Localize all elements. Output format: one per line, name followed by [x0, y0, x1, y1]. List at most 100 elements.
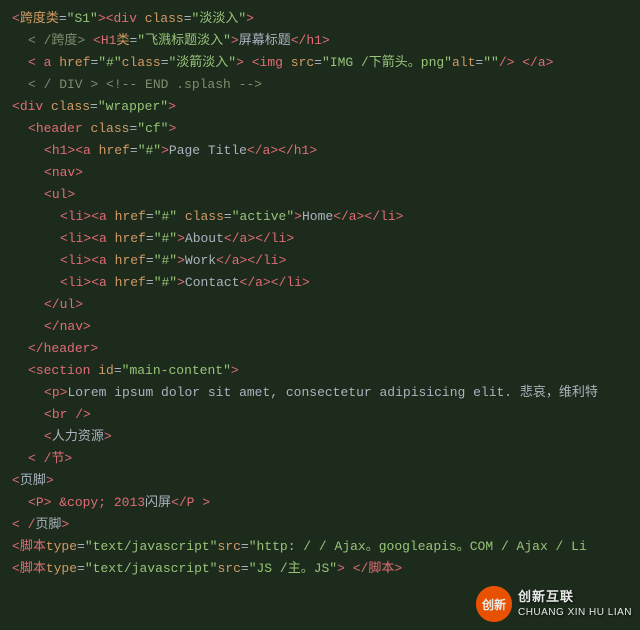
tag-text: nav — [60, 319, 83, 334]
bracket-text: < — [28, 495, 36, 510]
bracket-text: > — [75, 297, 83, 312]
tag-text: 脚本 — [368, 561, 394, 576]
code-line: <脚本type="text/javascript"src="JS /主。JS">… — [12, 558, 628, 580]
bracket-text: > — [294, 209, 302, 224]
bracket-text: < — [93, 33, 101, 48]
tag-text: 脚本 — [20, 539, 46, 554]
equals-text: = — [241, 539, 249, 554]
bracket-text: </ — [247, 143, 263, 158]
bracket-text: < — [28, 121, 36, 136]
tag-text: a — [99, 275, 107, 290]
text-content-text — [177, 209, 185, 224]
attr-value-text: "text/javascript" — [85, 561, 218, 576]
attr-value-text: "cf" — [137, 121, 168, 136]
tag-text: a — [99, 209, 107, 224]
tag-text: a — [99, 253, 107, 268]
code-line: <li><a href="#" class="active">Home</a><… — [12, 206, 628, 228]
equals-text: = — [161, 55, 169, 70]
tag-text: header — [44, 341, 91, 356]
bracket-text: < — [60, 231, 68, 246]
tag-text: nav — [52, 165, 75, 180]
code-line: <header class="cf"> — [12, 118, 628, 140]
equals-text: = — [184, 11, 192, 26]
code-line: <li><a href="#">Contact</a></li> — [12, 272, 628, 294]
tag-text: ul — [60, 297, 76, 312]
code-line: <h1><a href="#">Page Title</a></h1> — [12, 140, 628, 162]
equals-text: = — [114, 363, 122, 378]
code-line: <section id="main-content"> — [12, 360, 628, 382]
svg-text:创新: 创新 — [481, 597, 506, 612]
attr-value-text: "淡淡入" — [192, 11, 247, 26]
bracket-text: ></ — [263, 275, 286, 290]
text-content-text — [107, 231, 115, 246]
attr-name-text: href — [115, 231, 146, 246]
bracket-text: > — [177, 231, 185, 246]
equals-text: = — [130, 143, 138, 158]
code-line: <p>Lorem ipsum dolor sit amet, consectet… — [12, 382, 628, 404]
bracket-text: > — [231, 33, 239, 48]
code-line: <li><a href="#">Work</a></li> — [12, 250, 628, 272]
tag-text: a — [99, 231, 107, 246]
chinese-text: 闪屏 — [145, 495, 171, 510]
equals-text: = — [59, 11, 67, 26]
watermark-text: 创新互联 CHUANG XIN HU LIAN — [518, 589, 632, 619]
code-line: <li><a href="#">About</a></li> — [12, 228, 628, 250]
bracket-text: </P > — [171, 495, 210, 510]
bracket-text: > — [67, 187, 75, 202]
tag-text: li — [271, 231, 287, 246]
bracket-text: > — [75, 165, 83, 180]
bracket-text: < — [60, 253, 68, 268]
text-content-text — [91, 143, 99, 158]
attr-value-text: "main-content" — [122, 363, 231, 378]
bracket-text: < — [12, 99, 20, 114]
bracket-text: < — [44, 429, 52, 444]
code-line: <P> &copy; 2013闪屏</P > — [12, 492, 628, 514]
equals-text: = — [77, 539, 85, 554]
text-content-text: Lorem ipsum dolor sit amet, consectetur … — [67, 385, 597, 400]
bracket-text: >< — [83, 209, 99, 224]
equals-text: = — [146, 253, 154, 268]
bracket-text: >< — [83, 231, 99, 246]
attr-name-text: 类 — [116, 33, 129, 48]
watermark: 创新 创新互联 CHUANG XIN HU LIAN — [476, 586, 632, 622]
bracket-text: > — [286, 231, 294, 246]
bracket-text: ></ — [247, 231, 270, 246]
code-line: <页脚> — [12, 470, 628, 492]
tag-text: li — [68, 253, 84, 268]
code-line: < /页脚> — [12, 514, 628, 536]
bracket-text: > — [231, 363, 239, 378]
attr-name-text: type — [46, 539, 77, 554]
tag-text: h1 — [52, 143, 68, 158]
bracket-text: > — [394, 561, 402, 576]
attr-value-text: "http: / / Ajax。googleapis。COM / Ajax / … — [249, 539, 587, 554]
bracket-text: /> — [67, 407, 90, 422]
code-line: <脚本type="text/javascript"src="http: / / … — [12, 536, 628, 558]
bracket-text: < — [44, 187, 52, 202]
tag-text: div — [20, 99, 43, 114]
bracket-text: < — [44, 165, 52, 180]
text-content-text: Contact — [185, 275, 240, 290]
equals-text: = — [146, 231, 154, 246]
tag-text: h1 — [306, 33, 322, 48]
attr-name-text: type — [46, 561, 77, 576]
bracket-text: > — [236, 55, 252, 70]
code-content: <跨度类="S1"><div class="淡淡入">< /跨度> <H1类="… — [12, 8, 628, 580]
attr-value-text: "#" — [154, 231, 177, 246]
bracket-text: > — [396, 209, 404, 224]
attr-name-text: class — [122, 55, 161, 70]
chinese-text: 屏幕标题 — [239, 33, 291, 48]
bracket-text: > </ — [337, 561, 368, 576]
bracket-text: > — [168, 121, 176, 136]
bracket-text: </ — [240, 275, 256, 290]
code-line: </nav> — [12, 316, 628, 338]
attr-value-text: "#" — [154, 275, 177, 290]
watermark-line1: 创新互联 — [518, 589, 632, 606]
attr-name-text: 跨度类 — [20, 11, 59, 26]
bracket-text: </ — [44, 319, 60, 334]
tag-text: li — [68, 231, 84, 246]
bracket-text: > — [302, 275, 310, 290]
bracket-text: < — [12, 11, 20, 26]
bracket-text: < — [44, 143, 52, 158]
attr-value-text: "IMG /下箭头。png" — [322, 55, 452, 70]
bracket-text: > — [279, 253, 287, 268]
